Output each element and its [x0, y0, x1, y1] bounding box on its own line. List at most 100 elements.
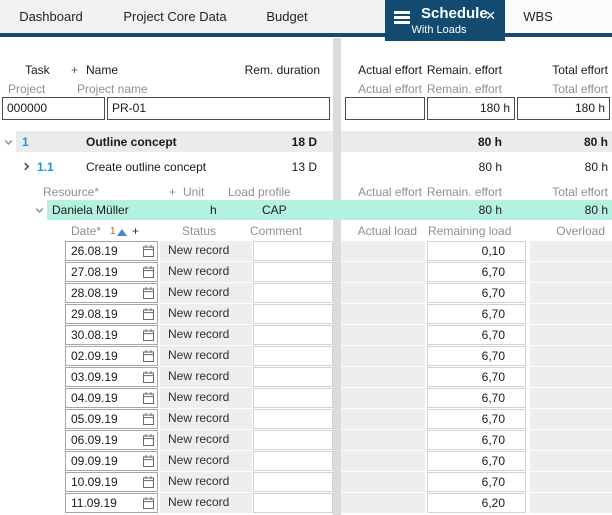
calendar-icon[interactable]	[143, 434, 154, 446]
col-header-status[interactable]: Status	[182, 223, 216, 239]
actual-load-cell	[341, 388, 425, 408]
remaining-load-input[interactable]: 0,10	[427, 241, 526, 261]
comment-input[interactable]	[253, 430, 333, 450]
project-remain-effort-input[interactable]: 180 h	[427, 97, 515, 120]
comment-input[interactable]	[253, 241, 333, 261]
calendar-icon[interactable]	[143, 329, 154, 341]
tab-project-core-data-label: Project Core Data	[123, 9, 226, 24]
resource-row[interactable]: Daniela Müller h CAP 80 h 80 h	[0, 200, 612, 220]
chevron-right-icon[interactable]	[21, 161, 32, 172]
comment-input[interactable]	[253, 451, 333, 471]
resource-remain-effort: 80 h	[479, 202, 502, 219]
calendar-icon[interactable]	[143, 308, 154, 320]
task-wbs-number[interactable]: 1	[22, 133, 29, 151]
remaining-load-input[interactable]: 6,20	[427, 493, 526, 513]
actual-load-cell	[341, 262, 425, 282]
resource-unit: h	[210, 202, 217, 219]
col-header-date[interactable]: Date*	[71, 223, 101, 239]
resource-name[interactable]: Daniela Müller	[52, 202, 129, 219]
chevron-down-icon[interactable]	[3, 137, 14, 148]
remaining-load-input[interactable]: 6,70	[427, 409, 526, 429]
add-resource-button[interactable]: +	[169, 184, 176, 200]
tab-schedule-active[interactable]: Schedule ✕ With Loads	[385, 0, 505, 41]
col-header-actual-effort[interactable]: Actual effort	[358, 62, 422, 78]
project-name-input[interactable]: PR-01	[107, 97, 330, 120]
calendar-icon[interactable]	[143, 245, 154, 257]
task-wbs-number[interactable]: 1.1	[37, 158, 54, 176]
col-header-comment[interactable]: Comment	[250, 223, 302, 239]
status-cell: New record	[160, 283, 252, 303]
load-row: 06.09.19 New record 6,70	[0, 430, 612, 450]
col-header-remain-effort[interactable]: Remain. effort	[427, 62, 502, 78]
comment-input[interactable]	[253, 493, 333, 513]
tab-project-core-data[interactable]: Project Core Data	[110, 0, 240, 33]
comment-input[interactable]	[253, 388, 333, 408]
comment-input[interactable]	[253, 304, 333, 324]
calendar-icon[interactable]	[143, 413, 154, 425]
task-name[interactable]: Outline concept	[86, 133, 177, 151]
calendar-icon[interactable]	[143, 497, 154, 509]
comment-input[interactable]	[253, 262, 333, 282]
add-load-row-button[interactable]: +	[132, 223, 139, 239]
sort-order-number[interactable]: 1	[110, 224, 116, 240]
remaining-load-input[interactable]: 6,70	[427, 430, 526, 450]
subheader-project: Project	[8, 81, 45, 97]
col-header-total-effort[interactable]: Total effort	[552, 184, 608, 200]
col-header-actual-load[interactable]: Actual load	[358, 223, 417, 239]
col-header-actual-effort[interactable]: Actual effort	[358, 184, 422, 200]
calendar-icon[interactable]	[143, 266, 154, 278]
col-header-task[interactable]: Task	[25, 62, 50, 78]
remaining-load-input[interactable]: 6,70	[427, 472, 526, 492]
calendar-icon[interactable]	[143, 476, 154, 488]
tab-budget-label: Budget	[266, 9, 307, 24]
col-header-load-profile[interactable]: Load profile	[228, 184, 291, 200]
calendar-icon[interactable]	[143, 350, 154, 362]
remaining-load-input[interactable]: 6,70	[427, 304, 526, 324]
tab-budget[interactable]: Budget	[250, 0, 324, 33]
task-row-1-1[interactable]: 1.1 Create outline concept 13 D 80 h 80 …	[0, 156, 612, 177]
tab-wbs[interactable]: WBS	[505, 0, 571, 33]
project-total-effort-input[interactable]: 180 h	[517, 97, 610, 120]
remaining-load-input[interactable]: 6,70	[427, 262, 526, 282]
project-id-input[interactable]: 000000	[2, 97, 105, 120]
remaining-load-input[interactable]: 6,70	[427, 283, 526, 303]
calendar-icon[interactable]	[143, 392, 154, 404]
col-header-rem-duration[interactable]: Rem. duration	[245, 62, 320, 78]
col-header-overload[interactable]: Overload	[556, 223, 605, 239]
comment-input[interactable]	[253, 409, 333, 429]
calendar-icon[interactable]	[143, 287, 154, 299]
project-row: 000000 PR-01 180 h 180 h	[0, 97, 612, 120]
col-header-name[interactable]: Name	[86, 62, 118, 78]
load-row: 04.09.19 New record 6,70	[0, 388, 612, 408]
actual-load-cell	[341, 367, 425, 387]
overload-cell	[530, 346, 612, 366]
task-name[interactable]: Create outline concept	[86, 158, 206, 176]
chevron-down-icon[interactable]	[34, 205, 45, 216]
task-remain-effort: 80 h	[478, 133, 502, 151]
col-header-total-effort[interactable]: Total effort	[552, 62, 608, 78]
close-icon[interactable]: ✕	[485, 8, 496, 24]
remaining-load-input[interactable]: 6,70	[427, 325, 526, 345]
col-header-remaining-load[interactable]: Remaining load	[428, 223, 511, 239]
remaining-load-input[interactable]: 6,70	[427, 451, 526, 471]
add-task-button[interactable]: +	[71, 62, 78, 78]
comment-input[interactable]	[253, 346, 333, 366]
comment-input[interactable]	[253, 325, 333, 345]
remaining-load-input[interactable]: 6,70	[427, 388, 526, 408]
project-actual-effort-input[interactable]	[345, 97, 425, 120]
comment-input[interactable]	[253, 283, 333, 303]
task-remain-effort: 80 h	[479, 158, 502, 176]
col-header-remain-effort[interactable]: Remain. effort	[427, 184, 502, 200]
calendar-icon[interactable]	[143, 455, 154, 467]
tab-dashboard[interactable]: Dashboard	[8, 0, 94, 33]
col-header-resource[interactable]: Resource*	[43, 184, 99, 200]
comment-input[interactable]	[253, 472, 333, 492]
remaining-load-input[interactable]: 6,70	[427, 367, 526, 387]
comment-input[interactable]	[253, 367, 333, 387]
calendar-icon[interactable]	[143, 371, 154, 383]
col-header-unit[interactable]: Unit	[183, 184, 204, 200]
sort-ascending-icon[interactable]	[117, 229, 127, 236]
remaining-load-input[interactable]: 6,70	[427, 346, 526, 366]
actual-load-cell	[341, 493, 425, 513]
task-row-1[interactable]: 1 Outline concept 18 D 80 h 80 h	[0, 131, 612, 152]
